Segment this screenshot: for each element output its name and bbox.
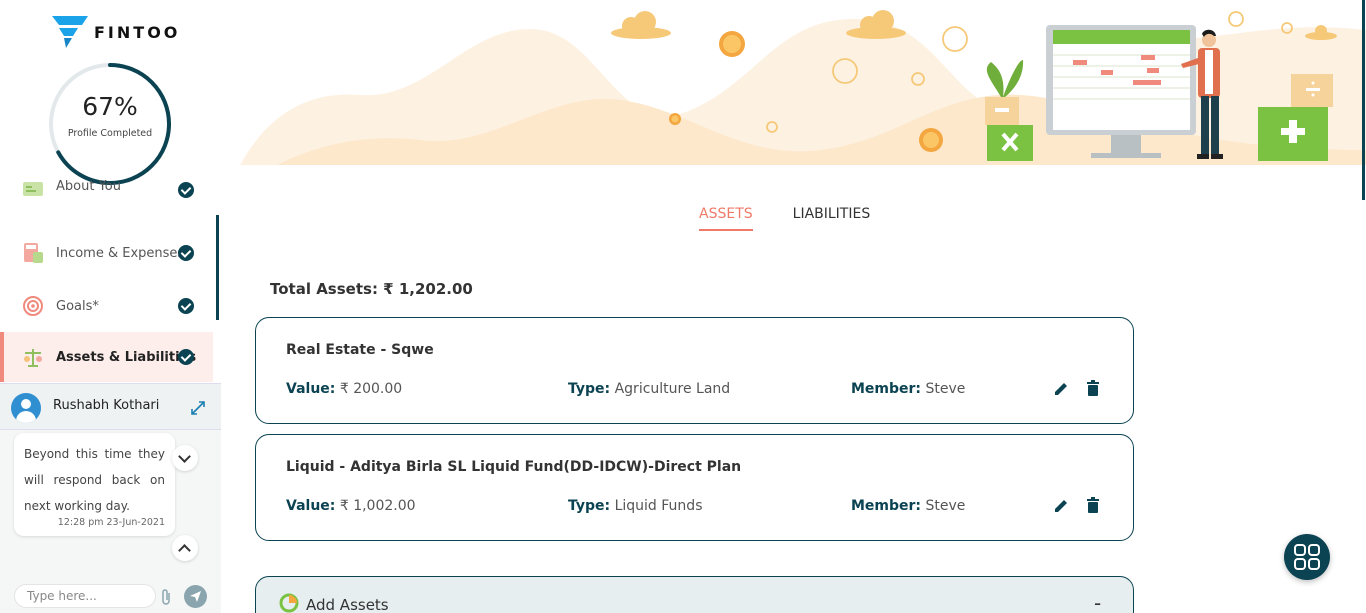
add-assets-panel[interactable]: Add Assets -	[255, 576, 1134, 613]
asset-tabs: ASSETS LIABILITIES	[699, 206, 870, 231]
check-icon	[178, 245, 194, 261]
delete-icon[interactable]	[1086, 380, 1100, 396]
edit-icon[interactable]	[1054, 498, 1069, 513]
brand-name: FINTOO	[94, 22, 181, 42]
banner-illustration	[221, 10, 1366, 210]
page-scrollbar[interactable]	[1362, 0, 1365, 200]
asset-type: Type: Agriculture Land	[568, 381, 731, 397]
collapse-toggle[interactable]: -	[1094, 591, 1101, 613]
total-assets: Total Assets: ₹ 1,202.00	[270, 280, 473, 298]
asset-member: Member: Steve	[851, 498, 966, 514]
sidebar-scrollbar[interactable]	[216, 215, 219, 320]
asset-title: Real Estate - Sqwe	[286, 342, 434, 358]
asset-value: Value: ₹ 1,002.00	[286, 498, 416, 514]
sidebar: FINTOO 67% Profile Completed About You I…	[0, 0, 221, 613]
profile-percent: 67%	[82, 92, 138, 121]
asset-type: Type: Liquid Funds	[568, 498, 703, 514]
add-assets-label: Add Assets	[306, 596, 389, 613]
delete-icon[interactable]	[1086, 497, 1100, 513]
fintoo-logo[interactable]: FINTOO	[52, 16, 180, 48]
sidebar-item-income-expenses[interactable]: Income & Expenses*	[0, 228, 213, 278]
sidebar-item-label: Income & Expenses*	[56, 245, 191, 261]
attachment-icon[interactable]	[160, 588, 172, 606]
sidebar-item-label: About You	[56, 179, 121, 194]
sidebar-item-about-you[interactable]: About You	[0, 175, 213, 211]
asset-card: Liquid - Aditya Birla SL Liquid Fund(DD-…	[255, 434, 1134, 541]
chevron-up-icon	[178, 544, 191, 557]
send-icon	[190, 591, 201, 602]
edit-icon[interactable]	[1054, 381, 1069, 396]
asset-card: Real Estate - Sqwe Value: ₹ 200.00 Type:…	[255, 317, 1134, 424]
pie-chart-icon	[279, 593, 299, 613]
chat-message-text: Beyond this time they will respond back …	[24, 447, 165, 513]
check-icon	[178, 298, 194, 314]
chat-message: Beyond this time they will respond back …	[14, 433, 175, 536]
asset-title: Liquid - Aditya Birla SL Liquid Fund(DD-…	[286, 459, 742, 475]
chat-message-time: 12:28 pm 23-Jun-2021	[57, 517, 165, 528]
sidebar-item-assets-liabilities[interactable]: Assets & Liabilities	[0, 332, 213, 382]
profile-caption: Profile Completed	[67, 128, 153, 139]
calculator-icon	[24, 243, 43, 263]
chat-input[interactable]	[14, 584, 156, 608]
target-icon	[23, 296, 43, 316]
profile-progress: 67% Profile Completed	[48, 62, 172, 186]
check-icon	[178, 349, 194, 365]
send-button[interactable]	[184, 585, 207, 608]
chevron-down-icon	[178, 450, 191, 463]
tab-liabilities[interactable]: LIABILITIES	[793, 206, 871, 231]
chat-header[interactable]: Rushabh Kothari	[0, 383, 221, 430]
check-icon	[178, 182, 194, 198]
sidebar-item-goals[interactable]: Goals*	[0, 281, 213, 331]
apps-menu-button[interactable]	[1284, 534, 1330, 580]
chat-widget: Rushabh Kothari Beyond this time they wi…	[0, 383, 221, 613]
grid-icon	[1294, 544, 1320, 570]
sidebar-item-label: Assets & Liabilities	[56, 349, 197, 365]
asset-value: Value: ₹ 200.00	[286, 381, 403, 397]
chat-agent-name: Rushabh Kothari	[53, 398, 160, 413]
id-card-icon	[23, 182, 43, 196]
asset-member: Member: Steve	[851, 381, 966, 397]
balance-scale-icon	[24, 349, 42, 367]
tab-assets[interactable]: ASSETS	[699, 206, 753, 231]
avatar	[11, 393, 41, 423]
fintoo-logo-icon	[52, 16, 88, 48]
expand-icon[interactable]	[190, 400, 206, 416]
scroll-down-button[interactable]	[172, 445, 198, 471]
scroll-up-button[interactable]	[172, 535, 198, 561]
sidebar-item-label: Goals*	[56, 298, 99, 314]
